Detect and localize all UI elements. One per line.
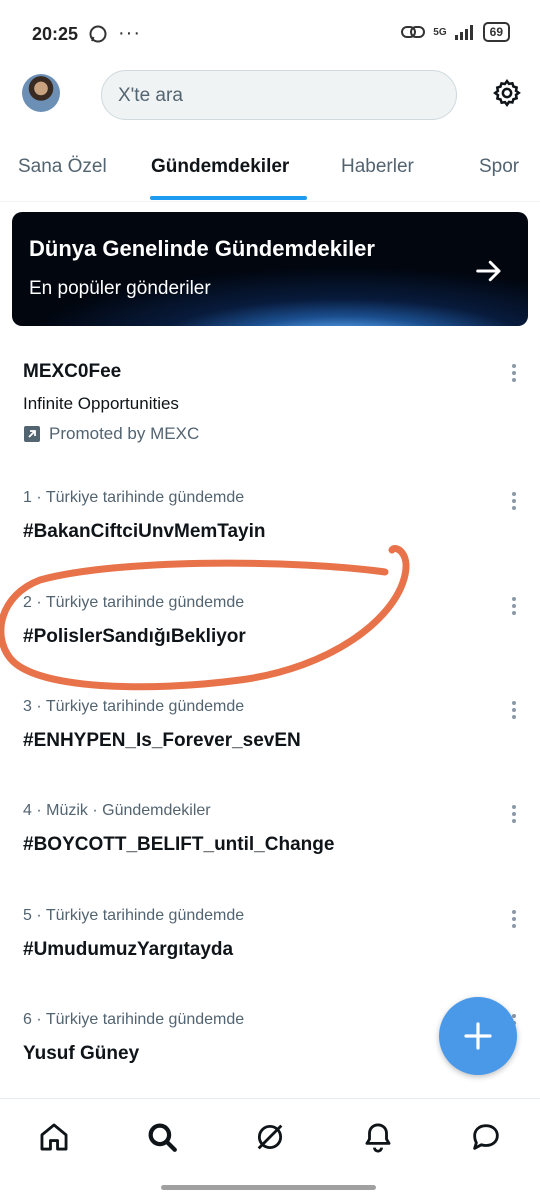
promoted-icon <box>24 426 40 442</box>
plus-icon <box>464 1022 492 1050</box>
search-input[interactable]: X'te ara <box>101 70 457 120</box>
home-icon[interactable] <box>37 1120 71 1159</box>
trend-title: #ENHYPEN_Is_Forever_sevEN <box>23 730 301 751</box>
avatar[interactable] <box>22 74 60 112</box>
tab-sports[interactable]: Spor <box>479 156 519 178</box>
status-time: 20:25 <box>32 24 79 44</box>
bell-icon[interactable] <box>361 1120 395 1159</box>
gear-icon[interactable] <box>492 78 522 113</box>
more-options-icon[interactable] <box>512 364 516 385</box>
battery-indicator: 69 <box>482 22 510 42</box>
network-label: 5G <box>433 26 447 38</box>
arrow-right-icon <box>474 256 504 291</box>
message-icon[interactable] <box>469 1120 503 1159</box>
search-icon[interactable] <box>145 1120 179 1159</box>
tab-bar: Sana Özel Gündemdekiler Haberler Spor <box>0 142 540 202</box>
whatsapp-icon <box>88 24 108 49</box>
banner-subtitle: En popüler gönderiler <box>29 278 211 299</box>
promoted-subtitle: Infinite Opportunities <box>23 394 179 413</box>
trend-meta: 5 · Türkiye tarihinde gündemde <box>23 907 245 924</box>
more-options-icon[interactable] <box>512 492 516 513</box>
grok-icon[interactable] <box>253 1120 287 1159</box>
status-bar: 20:25 ··· 5G 69 <box>0 0 540 60</box>
trend-meta: 1 · Türkiye tarihinde gündemde <box>23 489 245 506</box>
link-icon <box>401 26 426 38</box>
tab-trending[interactable]: Gündemdekiler <box>151 156 289 178</box>
more-options-icon[interactable] <box>512 805 516 826</box>
annotation-ellipse <box>0 545 410 691</box>
promoted-by-text: Promoted by MEXC <box>49 424 200 443</box>
tab-divider <box>0 201 540 202</box>
status-more-dots: ··· <box>118 22 141 44</box>
signal-icon <box>454 25 473 40</box>
compose-button[interactable] <box>439 997 517 1075</box>
trend-title: Yusuf Güney <box>23 1043 140 1064</box>
tab-news[interactable]: Haberler <box>341 156 414 178</box>
worldwide-trends-banner[interactable]: Dünya Genelinde Gündemdekiler En popüler… <box>12 212 528 326</box>
banner-title: Dünya Genelinde Gündemdekiler <box>29 236 375 261</box>
promoted-label: Promoted by MEXC <box>23 424 199 444</box>
more-options-icon[interactable] <box>512 910 516 931</box>
promoted-item[interactable]: MEXC0Fee Infinite Opportunities Promoted… <box>0 345 540 455</box>
active-tab-indicator <box>150 196 307 200</box>
bottom-nav-divider <box>0 1098 540 1099</box>
trend-title: #UmudumuzYargıtayda <box>23 939 234 960</box>
trend-item-4[interactable]: 4 · Müzik · Gündemdekiler #BOYCOTT_BELIF… <box>0 789 540 869</box>
search-placeholder: X'te ara <box>118 85 183 106</box>
trend-meta: 6 · Türkiye tarihinde gündemde <box>23 1011 245 1028</box>
status-right-icons: 5G 69 <box>401 22 510 42</box>
tab-for-you[interactable]: Sana Özel <box>18 156 107 178</box>
gesture-bar <box>161 1185 376 1190</box>
promoted-title: MEXC0Fee <box>23 361 122 382</box>
trend-title: #BOYCOTT_BELIFT_until_Change <box>23 834 335 855</box>
trend-meta: 4 · Müzik · Gündemdekiler <box>23 802 211 819</box>
trend-item-5[interactable]: 5 · Türkiye tarihinde gündemde #Umudumuz… <box>0 894 540 974</box>
